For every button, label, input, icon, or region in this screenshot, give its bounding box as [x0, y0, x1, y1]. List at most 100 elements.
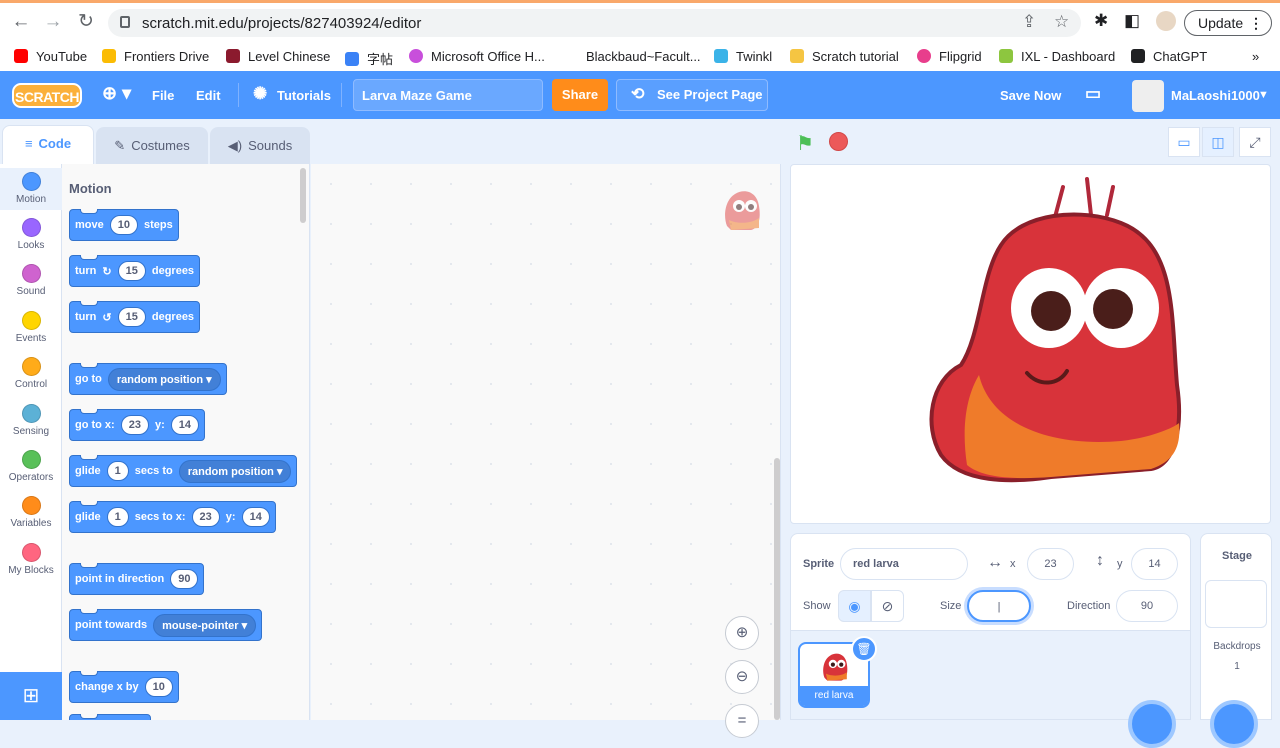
- stage-selector[interactable]: Stage Backdrops 1: [1200, 533, 1272, 720]
- direction-input[interactable]: 90: [170, 569, 199, 589]
- tutorials-menu[interactable]: Tutorials: [277, 88, 331, 103]
- language-globe-icon[interactable]: ⊕ ▾: [102, 83, 131, 104]
- category-variables[interactable]: Variables: [0, 496, 62, 529]
- move-steps-block[interactable]: move 10 steps: [69, 209, 179, 241]
- category-events[interactable]: Events: [0, 311, 62, 344]
- turn-right-block[interactable]: turn ↻ 15 degrees: [69, 255, 201, 287]
- hide-eye-slash-icon[interactable]: ⊘: [871, 590, 904, 622]
- steps-input[interactable]: 10: [109, 215, 138, 235]
- category-looks[interactable]: Looks: [0, 218, 62, 251]
- bookmark-blackbaud[interactable]: Blackbaud~Facult...: [564, 49, 701, 64]
- size-input[interactable]: |: [967, 590, 1031, 622]
- file-menu[interactable]: File: [152, 88, 174, 103]
- workspace-scrollbar[interactable]: [774, 458, 780, 720]
- edit-menu[interactable]: Edit: [196, 88, 221, 103]
- share-page-icon[interactable]: ⇪: [1022, 12, 1036, 32]
- delete-sprite-trash-icon[interactable]: 🗑: [851, 636, 877, 662]
- category-my-blocks[interactable]: My Blocks: [0, 543, 62, 576]
- bookmark-ixl[interactable]: IXL - Dashboard: [999, 49, 1115, 64]
- bookmark-youtube[interactable]: YouTube: [14, 49, 87, 64]
- y-position-input[interactable]: 14: [1131, 548, 1178, 580]
- more-bookmarks-icon[interactable]: »: [1252, 49, 1259, 64]
- point-towards-dropdown[interactable]: mouse-pointer ▾: [153, 613, 257, 637]
- category-sensing[interactable]: Sensing: [0, 404, 62, 437]
- zoom-reset-icon[interactable]: =: [725, 704, 759, 738]
- y-input[interactable]: 14: [170, 415, 199, 435]
- share-button[interactable]: Share: [552, 79, 608, 111]
- bookmark-chatgpt[interactable]: ChatGPT: [1131, 49, 1207, 64]
- tab-code[interactable]: ≡ Code: [2, 125, 94, 165]
- next-block-partial[interactable]: [69, 714, 151, 720]
- address-bar[interactable]: scratch.mit.edu/projects/827403924/edito…: [108, 9, 1081, 37]
- green-flag-icon[interactable]: ⚑: [796, 131, 814, 156]
- category-sound[interactable]: Sound: [0, 264, 62, 297]
- backdrop-thumbnail[interactable]: [1205, 580, 1267, 628]
- username[interactable]: MaLaoshi1000: [1171, 88, 1260, 103]
- show-visible-eye-icon[interactable]: ◉: [838, 590, 871, 622]
- code-workspace[interactable]: [311, 164, 781, 720]
- bookmark-microsoft-office[interactable]: Microsoft Office H...: [409, 49, 545, 64]
- scratch-logo[interactable]: SCRATCH: [12, 83, 82, 108]
- bookmark-frontiers-drive[interactable]: Frontiers Drive: [102, 49, 209, 64]
- x-position-input[interactable]: 23: [1027, 548, 1074, 580]
- bookmark-twinkl[interactable]: Twinkl: [714, 49, 772, 64]
- x-input[interactable]: 23: [191, 507, 220, 527]
- palette-scrollbar[interactable]: [300, 168, 306, 223]
- glide-to-xy-block[interactable]: glide 1 secs to x: 23 y: 14: [69, 501, 276, 533]
- category-motion[interactable]: Motion: [0, 168, 62, 210]
- go-to-xy-block[interactable]: go to x: 23 y: 14: [69, 409, 205, 441]
- tab-costumes[interactable]: ✎ Costumes: [96, 127, 208, 164]
- degrees-input[interactable]: 15: [117, 261, 146, 281]
- sidepanel-icon[interactable]: ◧: [1124, 11, 1140, 31]
- bookmark-star-icon[interactable]: ☆: [1054, 12, 1069, 32]
- profile-avatar[interactable]: [1156, 11, 1176, 31]
- reload-icon[interactable]: ↻: [73, 9, 99, 35]
- turn-left-block[interactable]: turn ↺ 15 degrees: [69, 301, 201, 333]
- y-input[interactable]: 14: [241, 507, 270, 527]
- user-avatar[interactable]: [1132, 80, 1164, 112]
- point-towards-block[interactable]: point towards mouse-pointer ▾: [69, 609, 263, 641]
- fullscreen-icon[interactable]: ⤢: [1239, 127, 1271, 157]
- account-chevron-down-icon[interactable]: ▼: [1258, 89, 1269, 101]
- back-icon[interactable]: ←: [8, 9, 34, 35]
- stop-icon[interactable]: [829, 132, 848, 151]
- secs-input[interactable]: 1: [106, 461, 129, 481]
- degrees-input[interactable]: 15: [117, 307, 146, 327]
- direction-input[interactable]: 90: [1116, 590, 1178, 622]
- red-larva-sprite[interactable]: [791, 165, 1271, 524]
- see-project-page-button[interactable]: ⟲ See Project Page: [616, 79, 768, 111]
- go-to-block[interactable]: go to random position ▾: [69, 363, 227, 395]
- bookmark-scratch-tutorial[interactable]: Scratch tutorial: [790, 49, 899, 64]
- extensions-icon[interactable]: ✱: [1094, 11, 1108, 31]
- stage-canvas[interactable]: [790, 164, 1271, 524]
- glide-target-dropdown[interactable]: random position ▾: [178, 459, 292, 483]
- zoom-out-icon[interactable]: ⊖: [725, 660, 759, 694]
- change-x-input[interactable]: 10: [144, 677, 173, 697]
- bookmark-zitie[interactable]: 字帖: [345, 49, 393, 68]
- sprite-name-input[interactable]: red larva: [840, 548, 968, 580]
- save-now-button[interactable]: Save Now: [1000, 88, 1061, 103]
- bookmark-flipgrid[interactable]: Flipgrid: [917, 49, 982, 64]
- choose-backdrop-button[interactable]: [1210, 700, 1258, 748]
- small-stage-icon[interactable]: ▭: [1168, 127, 1200, 157]
- change-x-block[interactable]: change x by 10: [69, 671, 179, 703]
- scratch-tutorial-icon: [790, 49, 804, 63]
- url-text[interactable]: scratch.mit.edu/projects/827403924/edito…: [142, 15, 421, 32]
- glide-to-block[interactable]: glide 1 secs to random position ▾: [69, 455, 298, 487]
- tab-sounds[interactable]: ◀) Sounds: [210, 127, 310, 164]
- normal-stage-icon[interactable]: ◫: [1202, 127, 1234, 157]
- zoom-in-icon[interactable]: ⊕: [725, 616, 759, 650]
- go-to-target-dropdown[interactable]: random position ▾: [107, 367, 221, 391]
- my-stuff-folder-icon[interactable]: ▭: [1085, 84, 1101, 104]
- x-input[interactable]: 23: [120, 415, 149, 435]
- point-in-direction-block[interactable]: point in direction 90: [69, 563, 205, 595]
- forward-icon[interactable]: →: [40, 9, 66, 35]
- choose-sprite-button[interactable]: [1128, 700, 1176, 748]
- project-title-input[interactable]: Larva Maze Game: [353, 79, 543, 111]
- bookmark-level-chinese[interactable]: Level Chinese: [226, 49, 330, 64]
- secs-input[interactable]: 1: [106, 507, 129, 527]
- category-control[interactable]: Control: [0, 357, 62, 390]
- category-operators[interactable]: Operators: [0, 450, 62, 483]
- add-extension-button[interactable]: ⊞: [0, 672, 62, 720]
- update-button[interactable]: Update ⋮: [1184, 10, 1272, 36]
